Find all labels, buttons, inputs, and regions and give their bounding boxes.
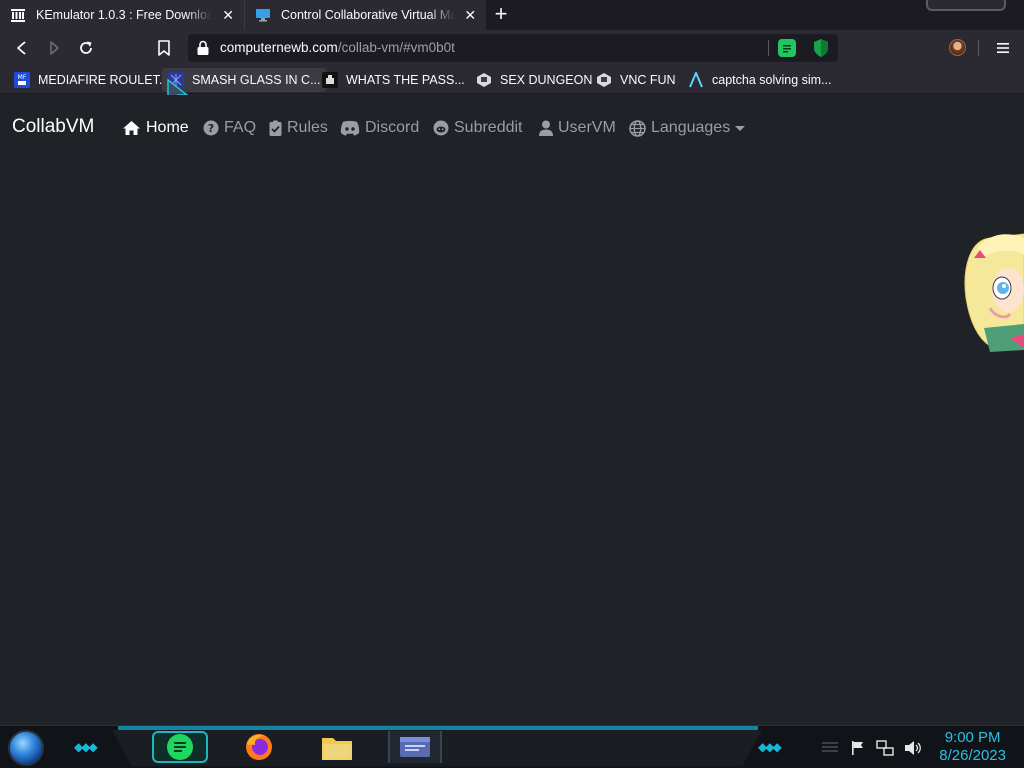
- notes-extension-icon[interactable]: [778, 39, 796, 57]
- clock-date: 8/26/2023: [939, 747, 1006, 764]
- tab-title: KEmulator 1.0.3 : Free Download, Borrow,…: [36, 8, 213, 22]
- nav-discord-label: Discord: [365, 119, 420, 136]
- taskbar-app-notes[interactable]: [152, 731, 208, 763]
- url-bar[interactable]: computernewb.com/collab-vm/#vm0b0t: [188, 34, 838, 62]
- bookmarks-bar: MF MEDIAFIRE ROULET... SMASH GLASS IN C.…: [0, 66, 1024, 108]
- bookmark-label: WHATS THE PASS...: [346, 73, 465, 87]
- taskbar-app-file-explorer[interactable]: [316, 731, 358, 763]
- url-domain: computernewb.com: [220, 40, 338, 55]
- vm-icon: [596, 72, 612, 88]
- bookmark-captcha[interactable]: captcha solving sim...: [682, 68, 838, 92]
- tab-kemulator[interactable]: KEmulator 1.0.3 : Free Download, Borrow,…: [0, 0, 244, 30]
- clock-time: 9:00 PM: [944, 729, 1001, 746]
- taskbar-app-remote-desktop[interactable]: [388, 731, 442, 763]
- toolbar-divider: [978, 40, 979, 56]
- chevrons-decoration-icon: ◆◆◆: [74, 740, 98, 754]
- nav-uservm[interactable]: UserVM: [539, 117, 616, 139]
- close-tab-icon[interactable]: ✕: [463, 7, 478, 23]
- vault-icon: [322, 72, 338, 88]
- nav-uservm-label: UserVM: [558, 119, 616, 136]
- question-circle-icon: ?: [203, 120, 219, 136]
- bookmark-label: MEDIAFIRE ROULET...: [38, 73, 170, 87]
- bookmark-mediafire[interactable]: MF MEDIAFIRE ROULET...: [8, 68, 175, 92]
- remote-window-icon: [400, 737, 430, 757]
- reload-button[interactable]: [74, 36, 98, 60]
- clipboard-check-icon: [269, 120, 282, 136]
- url-path: /collab-vm/#vm0b0t: [337, 40, 455, 55]
- url-divider: [768, 40, 769, 56]
- mediafire-icon: MF: [14, 72, 30, 88]
- taskbar-app-firefox[interactable]: [238, 731, 280, 763]
- lock-icon: [196, 40, 210, 61]
- bookmark-whats-the-pass[interactable]: WHATS THE PASS...: [316, 68, 471, 92]
- volume-icon[interactable]: [904, 740, 922, 756]
- firefox-icon: [246, 734, 272, 760]
- app-menu-button[interactable]: [992, 36, 1014, 60]
- archive-org-icon: [10, 7, 26, 23]
- account-avatar[interactable]: [949, 39, 966, 56]
- taskbar-clock[interactable]: 9:00 PM 8/26/2023: [939, 729, 1006, 765]
- tab-title: Control Collaborative Virtual Machines: [281, 8, 455, 22]
- nav-languages[interactable]: Languages: [629, 117, 746, 139]
- screen: KEmulator 1.0.3 : Free Download, Borrow,…: [0, 0, 1024, 768]
- show-desktop-stripes-icon[interactable]: [820, 741, 840, 755]
- action-center-flag-icon[interactable]: [850, 740, 866, 756]
- bookmark-label: captcha solving sim...: [712, 73, 832, 87]
- nav-rules-label: Rules: [287, 119, 328, 136]
- system-tray: [820, 738, 922, 758]
- nav-home[interactable]: Home: [122, 117, 189, 139]
- brand-link[interactable]: CollabVM: [12, 116, 94, 138]
- notes-app-icon: [167, 734, 193, 760]
- bookmark-label: SMASH GLASS IN C...: [192, 73, 321, 87]
- nav-subreddit-label: Subreddit: [454, 119, 523, 136]
- taskbar: ◆◆◆ ◆◆◆ 9:00 PM 8/26/2023: [0, 725, 1024, 768]
- forward-icon: [50, 41, 59, 55]
- back-icon: [17, 41, 26, 55]
- nav-subreddit[interactable]: Subreddit: [433, 117, 523, 139]
- tab-bar: KEmulator 1.0.3 : Free Download, Borrow,…: [0, 0, 1024, 30]
- start-orb-button[interactable]: [8, 730, 44, 766]
- nav-rules[interactable]: Rules: [269, 117, 328, 139]
- back-button[interactable]: [10, 36, 34, 60]
- nav-faq[interactable]: ? FAQ: [203, 117, 256, 139]
- svg-text:?: ?: [208, 122, 214, 135]
- chevrons-decoration-icon: ◆◆◆: [758, 740, 782, 754]
- user-icon: [539, 120, 553, 136]
- nav-bar: computernewb.com/collab-vm/#vm0b0t: [0, 30, 1024, 66]
- page-content: CollabVM Home ? FAQ Rules Discord Subred…: [0, 95, 1024, 725]
- close-tab-icon[interactable]: ✕: [220, 7, 236, 23]
- arrow-logo-icon: [688, 72, 704, 88]
- monitor-icon: [255, 7, 271, 23]
- url-text: computernewb.com/collab-vm/#vm0b0t: [220, 40, 455, 55]
- home-icon: [123, 121, 140, 135]
- globe-icon: [629, 119, 646, 137]
- discord-icon: [340, 120, 360, 136]
- new-tab-button[interactable]: +: [490, 3, 512, 26]
- forward-button[interactable]: [42, 36, 66, 60]
- shield-extension-icon[interactable]: [812, 38, 830, 63]
- folder-icon: [322, 738, 352, 760]
- nav-languages-label: Languages: [651, 119, 731, 136]
- bookmark-icon: [158, 40, 170, 56]
- bookmark-sex-dungeon[interactable]: SEX DUNGEON: [470, 68, 598, 92]
- bookmark-label: SEX DUNGEON: [500, 73, 593, 87]
- bookmark-vnc-fun[interactable]: VNC FUN: [590, 68, 682, 92]
- tab-collabvm[interactable]: Control Collaborative Virtual Machines ✕: [244, 0, 486, 30]
- nav-home-label: Home: [146, 119, 189, 136]
- taskbar-glow-strip: [118, 726, 758, 730]
- cartoon-character-sticker: [964, 233, 1024, 352]
- nav-discord[interactable]: Discord: [340, 117, 419, 139]
- reload-icon: [80, 41, 92, 54]
- svg-text:MF: MF: [18, 74, 27, 81]
- nav-faq-label: FAQ: [224, 119, 257, 136]
- reddit-icon: [433, 120, 449, 136]
- vm-icon: [476, 72, 492, 88]
- bookmark-button[interactable]: [152, 36, 176, 60]
- network-icon[interactable]: [876, 740, 894, 756]
- titlebar-handle: [926, 0, 1006, 11]
- chevron-down-icon: [735, 125, 746, 131]
- bookmark-label: VNC FUN: [620, 73, 676, 87]
- hamburger-icon: [997, 43, 1009, 53]
